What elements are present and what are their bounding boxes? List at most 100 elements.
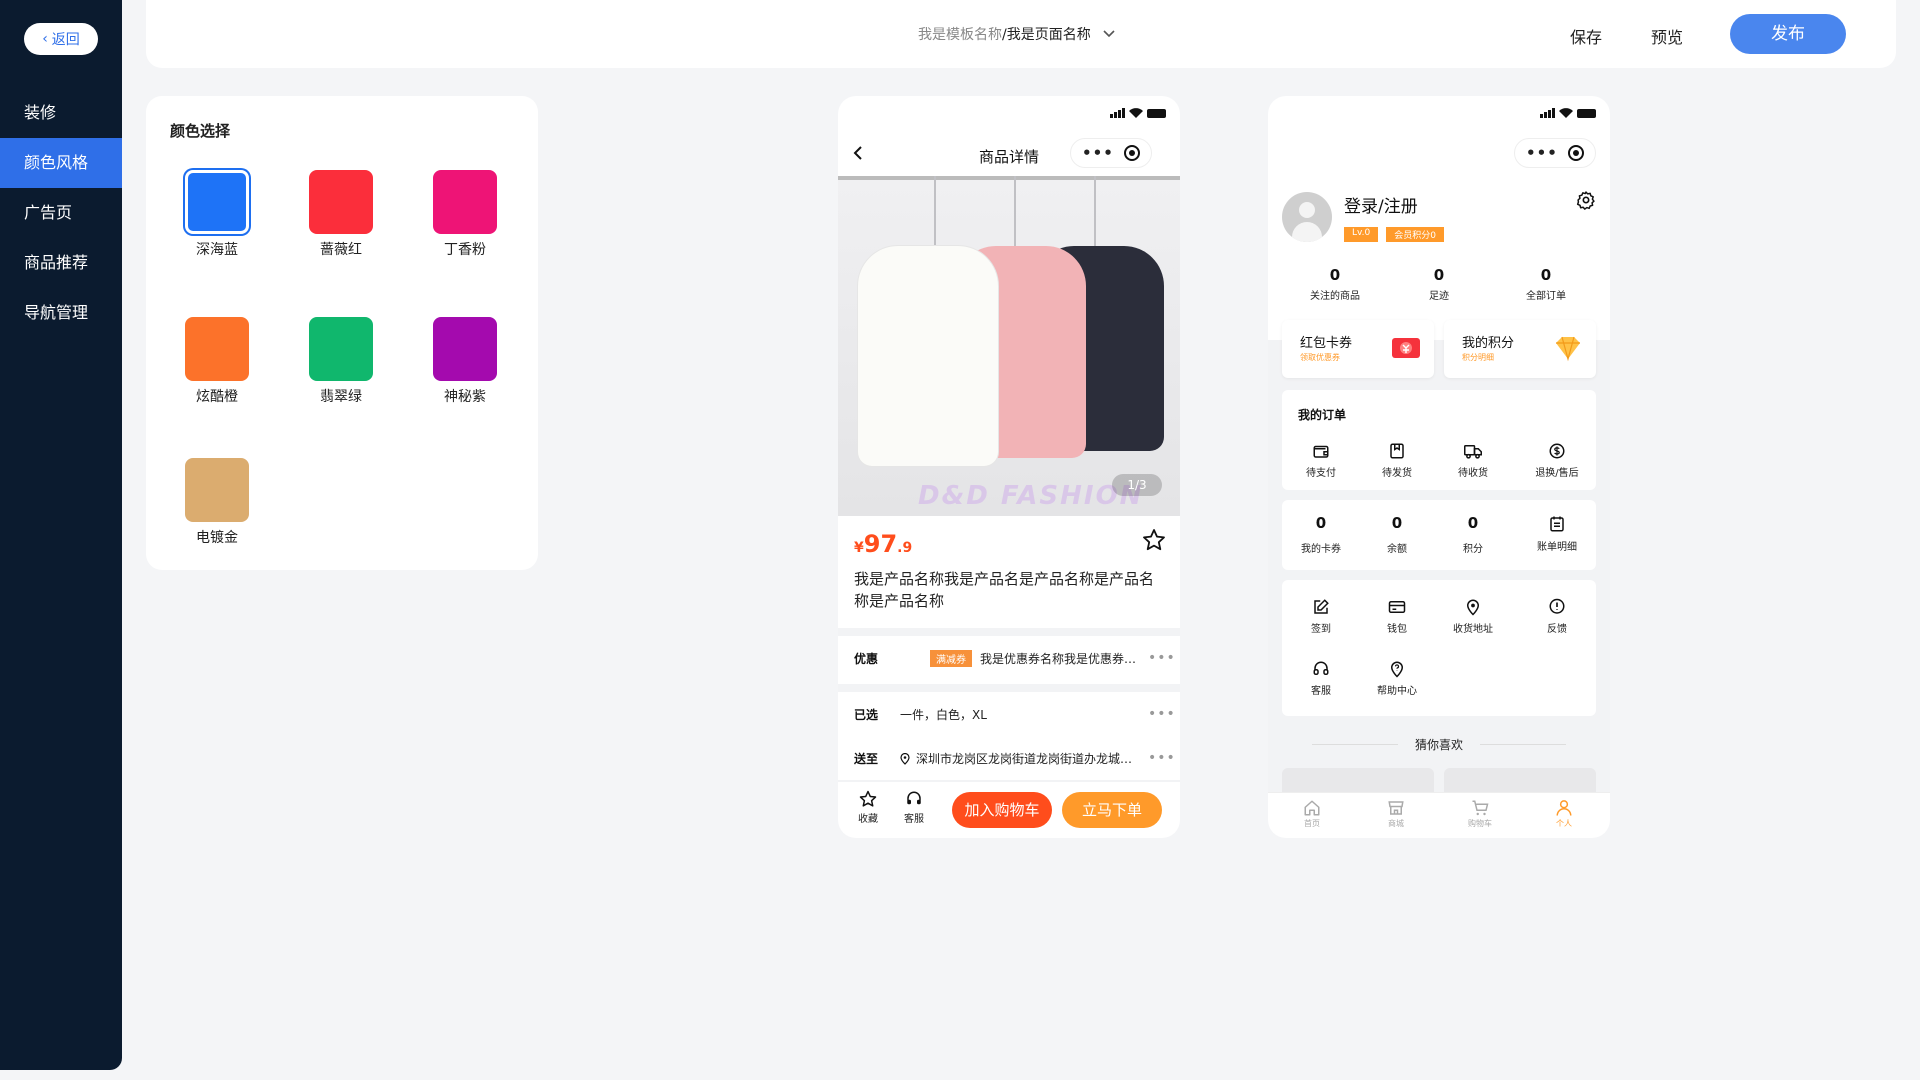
calendar-icon (1550, 516, 1564, 532)
service-button[interactable]: 客服 (896, 790, 932, 825)
swatch-chip (433, 170, 497, 234)
points-card[interactable]: 我的积分 积分明细 (1444, 320, 1596, 378)
tab-store[interactable]: 商城 (1366, 799, 1426, 829)
order-pending-ship[interactable]: 待发货 (1362, 442, 1432, 479)
card-icon (1388, 601, 1406, 613)
price-currency: ¥ (854, 540, 864, 556)
swatch-label: 电镀金 (196, 530, 238, 546)
buy-now-button[interactable]: 立马下单 (1062, 792, 1162, 828)
member-badges: Lv.0 会员积分0 (1344, 227, 1444, 242)
white-hoodie (858, 246, 998, 466)
card-subtitle: 积分明细 (1462, 353, 1494, 362)
promo-row[interactable]: 优惠 满减券 我是优惠券名称我是优惠券名称 ••• (838, 640, 1180, 676)
divider (838, 684, 1180, 692)
swatch-chip (185, 458, 249, 522)
swatch-chip (433, 317, 497, 381)
mini-program-capsule[interactable]: ••• (1070, 138, 1152, 168)
status-bar-icons (1540, 108, 1596, 118)
page-name: /我是页面名称 (1002, 27, 1091, 43)
orders-section: 我的订单 待支付 待发货 待收货 退换/售后 (1282, 390, 1596, 490)
chevron-down-icon (1103, 27, 1115, 41)
sidebar-item-decoration[interactable]: 装修 (0, 88, 122, 138)
swatch-plated-gold[interactable]: 电镀金 (184, 458, 250, 547)
headset-icon (1313, 661, 1329, 675)
sidebar-item-color-style[interactable]: 颜色风格 (0, 138, 122, 188)
more-dots-icon[interactable]: ••• (1148, 650, 1180, 666)
promo-label: 优惠 (854, 651, 879, 666)
page-selector[interactable]: 我是模板名称 /我是页面名称 (918, 24, 1115, 44)
coupon-card[interactable]: 红包卡券 领取优惠券 (1282, 320, 1434, 378)
sidebar-item-product-recommend[interactable]: 商品推荐 (0, 238, 122, 288)
asset-points[interactable]: 0 积分 (1438, 514, 1508, 555)
user-icon (1556, 800, 1572, 816)
avatar[interactable] (1282, 192, 1332, 242)
gear-icon[interactable] (1576, 190, 1596, 210)
points-badge: 会员积分0 (1386, 227, 1444, 242)
asset-bill-details[interactable]: 账单明细 (1522, 514, 1592, 553)
stat-label: 关注的商品 (1310, 291, 1360, 302)
dollar-icon (1549, 443, 1565, 459)
star-icon[interactable] (1142, 528, 1166, 552)
more-dots-icon[interactable]: ••• (1082, 144, 1114, 162)
service-label: 收货地址 (1453, 624, 1493, 635)
selected-row[interactable]: 已选 一件，白色，XL ••• (838, 696, 1180, 732)
wifi-icon (1129, 108, 1143, 118)
stat-followed[interactable]: 0 关注的商品 (1285, 266, 1385, 302)
asset-coupons[interactable]: 0 我的卡券 (1286, 514, 1356, 555)
service-checkin[interactable]: 签到 (1286, 598, 1356, 635)
tab-home[interactable]: 首页 (1282, 799, 1342, 829)
tab-label: 个人 (1556, 819, 1572, 828)
service-customer-service[interactable]: 客服 (1286, 660, 1356, 697)
ship-text: 深圳市龙岗区龙岗街道龙岗街道办龙城广场 (916, 751, 1145, 766)
service-help-center[interactable]: 帮助中心 (1362, 660, 1432, 697)
tab-profile[interactable]: 个人 (1534, 799, 1594, 829)
close-target-icon[interactable] (1123, 145, 1140, 161)
service-wallet[interactable]: 钱包 (1362, 598, 1432, 635)
close-target-icon[interactable] (1567, 145, 1584, 161)
swatch-rose-red[interactable]: 蔷薇红 (308, 170, 374, 259)
back-button[interactable]: ‹ 返回 (24, 23, 98, 55)
more-dots-icon[interactable]: ••• (1526, 144, 1558, 162)
preview-button[interactable]: 预览 (1651, 24, 1683, 48)
more-dots-icon[interactable]: ••• (1148, 750, 1180, 766)
star-icon (859, 790, 877, 807)
login-register-link[interactable]: 登录/注册 (1344, 192, 1418, 217)
swatch-label: 丁香粉 (444, 242, 486, 258)
publish-button[interactable]: 发布 (1730, 14, 1846, 54)
add-to-cart-button[interactable]: 加入购物车 (952, 792, 1052, 828)
service-label: 帮助中心 (1377, 686, 1417, 697)
cart-icon (1472, 800, 1489, 816)
home-icon (1304, 800, 1320, 816)
image-caption: D&D FASHION (918, 481, 1144, 511)
shipping-row[interactable]: 送至 深圳市龙岗区龙岗街道龙岗街道办龙城广场 ••• (838, 740, 1180, 776)
favorite-button[interactable]: 收藏 (850, 790, 886, 825)
swatch-emerald-green[interactable]: 翡翠绿 (308, 317, 374, 406)
truck-icon (1464, 445, 1482, 459)
product-image[interactable]: D&D FASHION 1/3 (838, 176, 1180, 516)
save-button[interactable]: 保存 (1570, 24, 1602, 48)
more-dots-icon[interactable]: ••• (1148, 706, 1180, 722)
hanger (1014, 176, 1016, 246)
tab-cart[interactable]: 购物车 (1450, 799, 1510, 829)
order-pending-pay[interactable]: 待支付 (1286, 442, 1356, 479)
swatch-mystic-purple[interactable]: 神秘紫 (432, 317, 498, 406)
signal-icon (1110, 108, 1125, 118)
mini-program-capsule[interactable]: ••• (1514, 138, 1596, 168)
swatch-cool-orange[interactable]: 炫酷橙 (184, 317, 250, 406)
card-subtitle: 领取优惠券 (1300, 353, 1340, 362)
promo-text: 我是优惠券名称我是优惠券名称 (980, 651, 1148, 666)
asset-balance[interactable]: 0 余额 (1362, 514, 1432, 555)
service-address[interactable]: 收货地址 (1438, 598, 1508, 635)
swatch-deep-blue[interactable]: 深海蓝 (184, 170, 250, 259)
battery-icon (1577, 109, 1596, 118)
sidebar-item-ad-page[interactable]: 广告页 (0, 188, 122, 238)
stat-footprint[interactable]: 0 足迹 (1389, 266, 1489, 302)
service-label: 签到 (1311, 624, 1331, 635)
stat-value: 0 (1540, 266, 1552, 284)
order-pending-receive[interactable]: 待收货 (1438, 442, 1508, 479)
order-after-sale[interactable]: 退换/售后 (1522, 442, 1592, 479)
service-feedback[interactable]: 反馈 (1522, 598, 1592, 635)
stat-all-orders[interactable]: 0 全部订单 (1496, 266, 1596, 302)
sidebar-item-nav-management[interactable]: 导航管理 (0, 288, 122, 338)
swatch-lilac-pink[interactable]: 丁香粉 (432, 170, 498, 259)
